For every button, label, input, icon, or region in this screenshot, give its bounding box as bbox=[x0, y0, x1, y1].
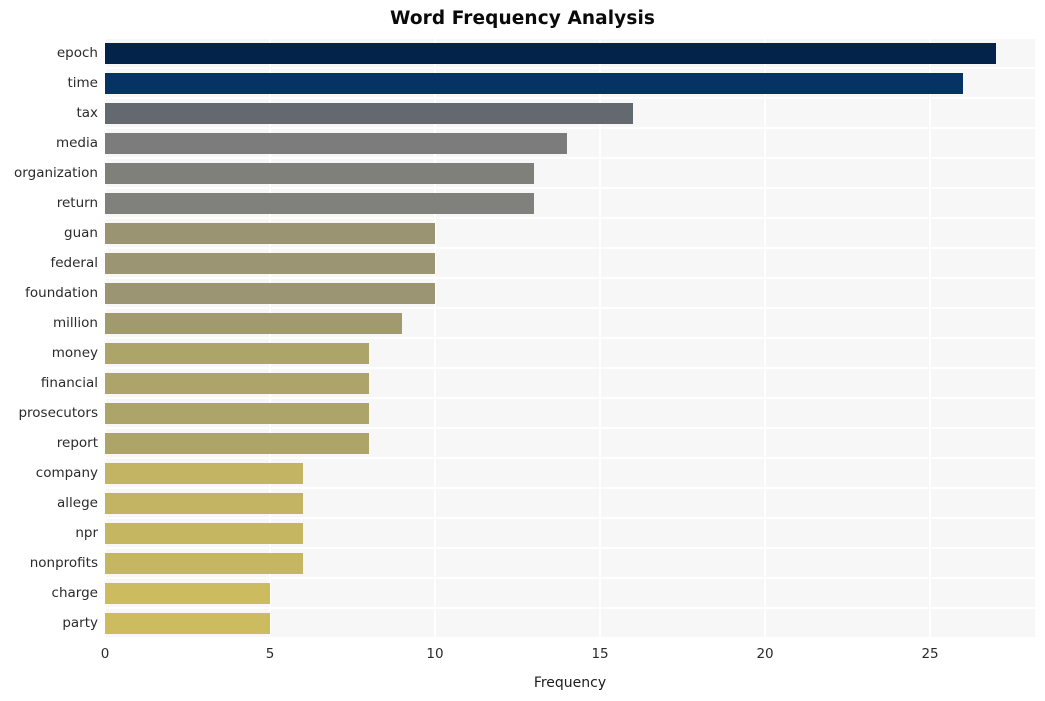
plot-area bbox=[104, 37, 1035, 639]
y-tick-label: time bbox=[67, 75, 98, 91]
y-tick-label: guan bbox=[64, 225, 98, 241]
bar bbox=[105, 72, 964, 94]
bar bbox=[105, 342, 370, 364]
x-tick-label: 25 bbox=[921, 646, 939, 662]
y-tick-label: allege bbox=[57, 495, 98, 511]
bar bbox=[105, 162, 535, 184]
x-tick-label: 5 bbox=[265, 646, 275, 662]
bar bbox=[105, 222, 436, 244]
y-tick-label: tax bbox=[76, 105, 98, 121]
x-axis-tick-labels: 0 5 10 15 20 25 bbox=[0, 646, 1045, 666]
y-tick-label: financial bbox=[40, 375, 98, 391]
bar bbox=[105, 192, 535, 214]
bar bbox=[105, 252, 436, 274]
bar bbox=[105, 42, 997, 64]
y-tick-label: report bbox=[56, 435, 98, 451]
word-frequency-bar-chart: Word Frequency Analysis epoch time tax medi… bbox=[0, 0, 1045, 701]
bar bbox=[105, 612, 270, 634]
bar bbox=[105, 582, 270, 604]
bar bbox=[105, 282, 436, 304]
bar bbox=[105, 432, 370, 454]
x-tick-label: 10 bbox=[426, 646, 444, 662]
y-tick-label: prosecutors bbox=[18, 405, 98, 421]
x-axis-title: Frequency bbox=[533, 675, 607, 691]
bar bbox=[105, 552, 303, 574]
y-tick-label: charge bbox=[51, 585, 98, 601]
bar bbox=[105, 132, 568, 154]
x-tick-label: 20 bbox=[756, 646, 774, 662]
y-tick-label: organization bbox=[14, 165, 98, 181]
y-tick-label: federal bbox=[50, 255, 98, 271]
bar bbox=[105, 102, 634, 124]
y-tick-label: company bbox=[35, 465, 98, 481]
y-tick-label: return bbox=[56, 195, 98, 211]
x-tick-label: 15 bbox=[591, 646, 609, 662]
bar bbox=[105, 402, 370, 424]
bar bbox=[105, 522, 303, 544]
y-tick-label: party bbox=[62, 615, 98, 631]
y-tick-label: epoch bbox=[56, 45, 98, 61]
bar bbox=[105, 372, 370, 394]
y-tick-label: foundation bbox=[25, 285, 98, 301]
bar bbox=[105, 312, 403, 334]
bar bbox=[105, 462, 303, 484]
y-tick-label: media bbox=[55, 135, 98, 151]
x-tick-label: 0 bbox=[100, 646, 110, 662]
y-tick-label: money bbox=[51, 345, 98, 361]
y-tick-label: npr bbox=[75, 525, 98, 541]
bar bbox=[105, 492, 303, 514]
bars-layer bbox=[105, 38, 1035, 638]
y-tick-label: nonprofits bbox=[29, 555, 98, 571]
chart-title: Word Frequency Analysis bbox=[389, 8, 656, 29]
y-axis-tick-labels: epoch time tax media organization return guan f… bbox=[0, 38, 98, 638]
y-tick-label: million bbox=[53, 315, 98, 331]
